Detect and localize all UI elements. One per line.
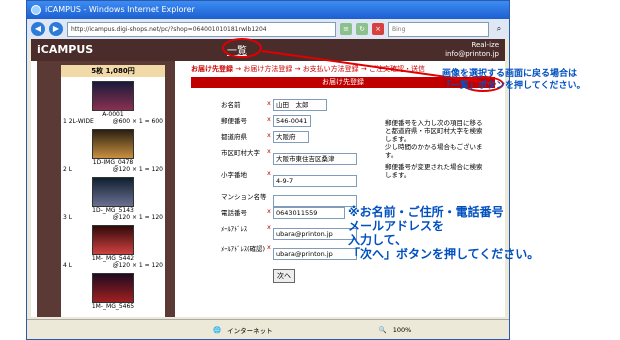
main-panel: お届け先登録 → お届け方法登録 → お支払い方法登録 → ご注文確認・送信 お… bbox=[191, 61, 505, 317]
photo-thumbnail[interactable] bbox=[92, 81, 134, 111]
cart-sidebar: 5枚 1,080円 A-0001 1 2L-WIDE @600 × 1 = 600… bbox=[37, 61, 175, 317]
email-confirm-field[interactable]: ubara@printon.jp bbox=[273, 248, 357, 260]
highlight-circle bbox=[222, 38, 262, 58]
phone-field[interactable]: 0643011559 bbox=[273, 207, 345, 219]
compat-icon[interactable]: ≡ bbox=[340, 23, 352, 35]
status-bar: 🌐 インターネット 🔍 100% bbox=[27, 319, 509, 339]
company-name: Real-ize bbox=[471, 41, 499, 49]
address-bar: ◀ ▶ http://icampus.digi-shops.net/pc/?sh… bbox=[27, 19, 509, 39]
cart-summary: 5枚 1,080円 bbox=[61, 65, 165, 77]
company-info: Real-ize info@printon.jp bbox=[445, 41, 499, 59]
globe-icon: 🌐 bbox=[213, 325, 222, 334]
refresh-icon[interactable]: ↻ bbox=[356, 23, 368, 35]
list-item[interactable]: A-0001 1 2L-WIDE @600 × 1 = 600 bbox=[61, 81, 165, 125]
list-item[interactable]: 1M-_MG_5465 bbox=[61, 273, 165, 310]
list-item[interactable]: 1M-_MG_5442 4 L @120 × 1 = 120 bbox=[61, 225, 165, 269]
building-field[interactable] bbox=[273, 195, 357, 207]
site-logo: iCAMPUS bbox=[37, 43, 94, 56]
photo-thumbnail[interactable] bbox=[92, 225, 134, 255]
address-form: お名前 x 山田 太郎 郵便番号 x 546-0041 都道府県 x 大阪府 市区町村大字 x… bbox=[221, 99, 357, 283]
forward-icon[interactable]: ▶ bbox=[49, 22, 63, 36]
name-field[interactable]: 山田 太郎 bbox=[273, 99, 327, 111]
back-icon[interactable]: ◀ bbox=[31, 22, 45, 36]
city-field[interactable]: 大阪市東住吉区桑津 bbox=[273, 153, 357, 165]
photo-thumbnail[interactable] bbox=[92, 129, 134, 159]
zoom-icon[interactable]: 🔍 bbox=[379, 326, 387, 334]
title-bar: iCAMPUS - Windows Internet Explorer bbox=[27, 1, 509, 19]
url-input[interactable]: http://icampus.digi-shops.net/pc/?shop=0… bbox=[67, 21, 336, 37]
search-icon[interactable]: ⌕ bbox=[493, 23, 505, 35]
zoom-level[interactable]: 100% bbox=[393, 326, 412, 334]
next-button[interactable]: 次へ bbox=[273, 269, 295, 283]
prefecture-field[interactable]: 大阪府 bbox=[273, 131, 309, 143]
page-content: iCAMPUS 一覧 Real-ize info@printon.jp 5枚 1… bbox=[31, 39, 505, 317]
photo-thumbnail[interactable] bbox=[92, 273, 134, 303]
form-notes: 郵便番号を入力し次の項目に移ると都道府県・市区町村大字を検索します。 少し時間の… bbox=[385, 119, 483, 179]
list-item[interactable]: 1D-IMG_0478 2 L @120 × 1 = 120 bbox=[61, 129, 165, 173]
postcode-field[interactable]: 546-0041 bbox=[273, 115, 311, 127]
step-current: お届け先登録 bbox=[191, 65, 233, 73]
stop-icon[interactable]: × bbox=[372, 23, 384, 35]
search-input[interactable]: Bing bbox=[388, 21, 489, 37]
annotation-next: ※お名前・ご住所・電話番号 メールアドレスを 入力して、 「次へ」ボタンを押して… bbox=[348, 205, 540, 261]
company-email: info@printon.jp bbox=[445, 50, 499, 58]
ie-icon bbox=[31, 5, 41, 15]
list-item[interactable]: 1D-_MG_5143 3 L @120 × 1 = 120 bbox=[61, 177, 165, 221]
email-field[interactable]: ubara@printon.jp bbox=[273, 228, 357, 240]
annotation-list: 画像を選択する画面に戻る場合は 「一覧」ボタンを押してください。 bbox=[442, 69, 586, 91]
photo-thumbnail[interactable] bbox=[92, 177, 134, 207]
street-field[interactable]: 4-9-7 bbox=[273, 175, 357, 187]
zone-text: インターネット bbox=[227, 326, 273, 335]
window-title: iCAMPUS - Windows Internet Explorer bbox=[45, 5, 195, 14]
